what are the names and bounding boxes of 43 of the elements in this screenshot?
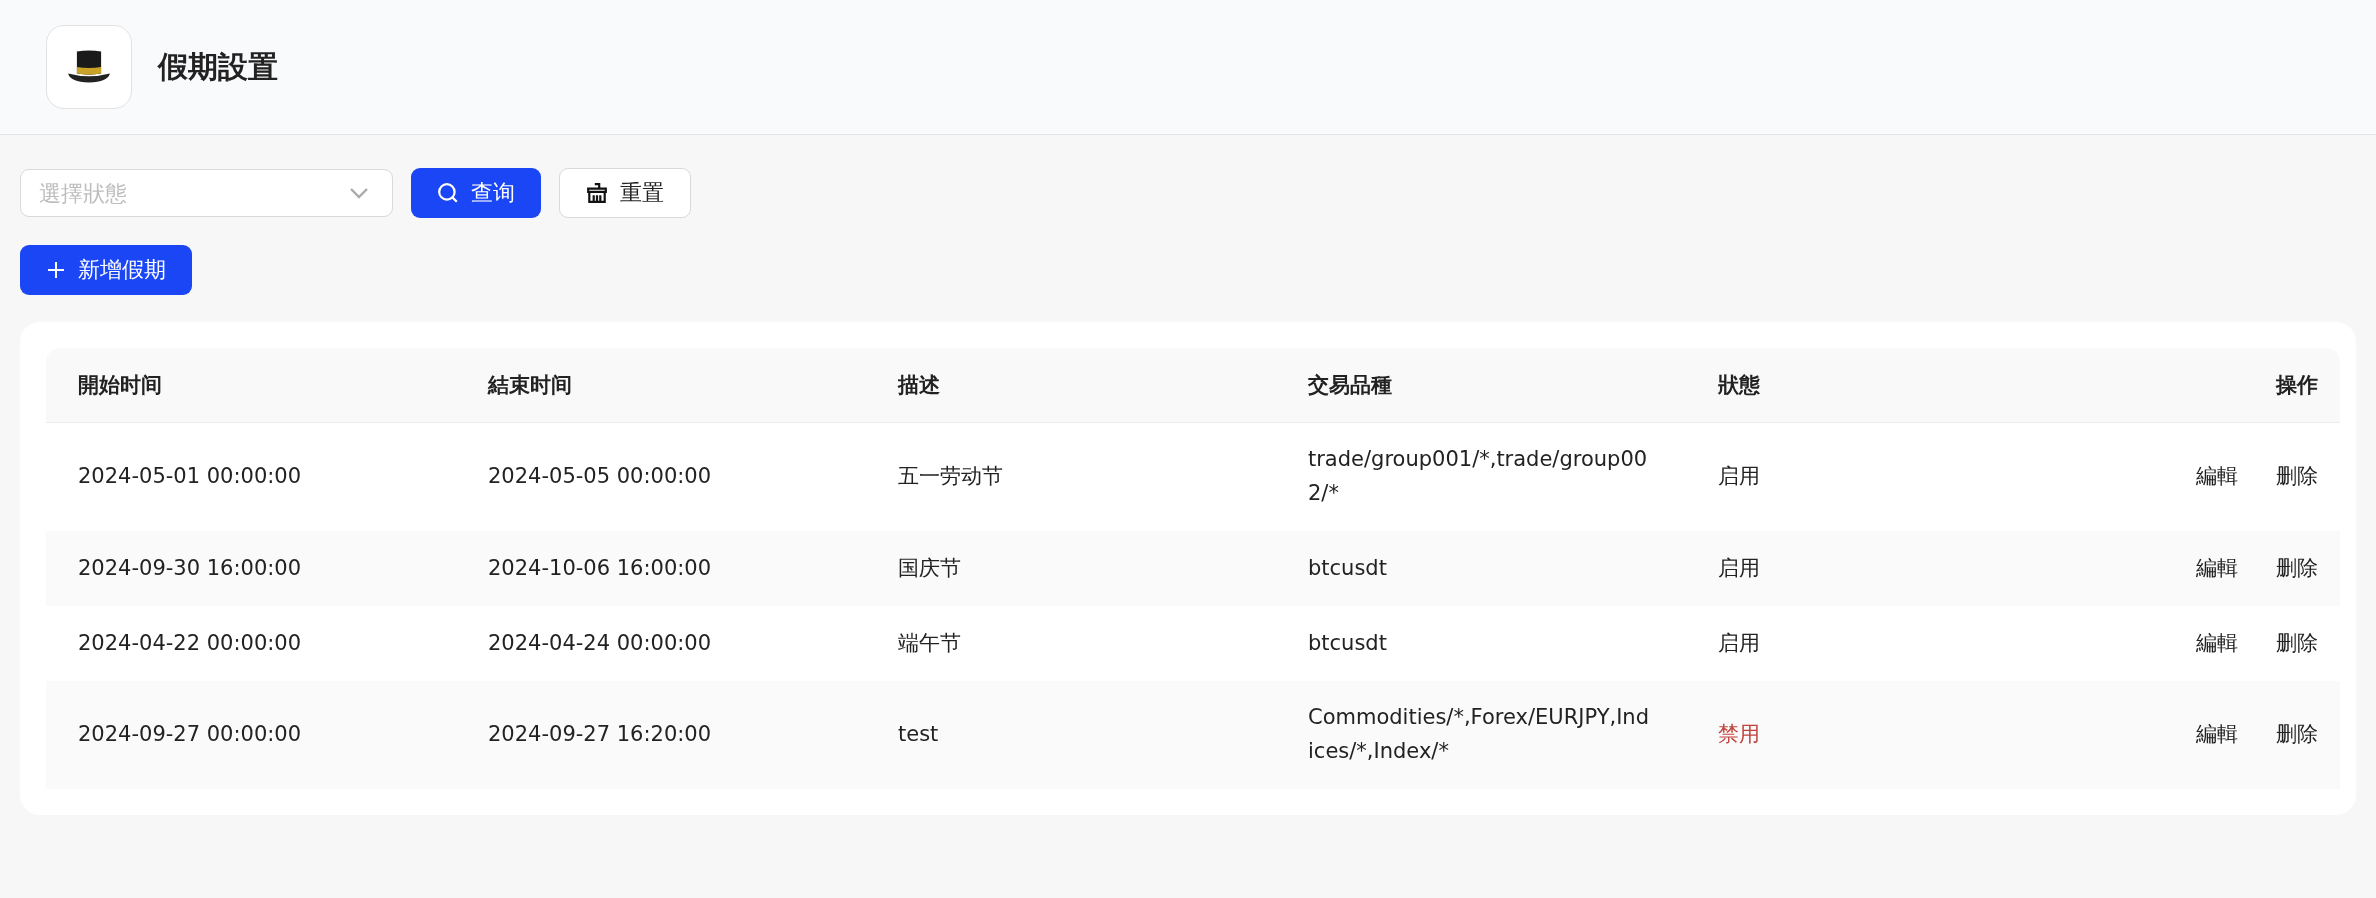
table-cell: 2024-09-27 16:20:00 — [456, 681, 866, 789]
delete-link[interactable]: 删除 — [2276, 555, 2318, 580]
table-cell: 2024-05-01 00:00:00 — [46, 422, 456, 531]
page-title: 假期設置 — [158, 47, 278, 86]
table-cell: 2024-09-27 00:00:00 — [46, 681, 456, 789]
status-cell: 禁用 — [1686, 681, 2060, 789]
column-header: 狀態 — [1686, 348, 2060, 423]
delete-link[interactable]: 删除 — [2276, 464, 2318, 489]
search-icon — [437, 182, 459, 204]
table-cell: 国庆节 — [866, 531, 1276, 606]
table-cell: 2024-04-24 00:00:00 — [456, 606, 866, 681]
delete-link[interactable]: 删除 — [2276, 630, 2318, 655]
status-cell: 启用 — [1686, 531, 2060, 606]
status-cell: 启用 — [1686, 606, 2060, 681]
add-holiday-button[interactable]: 新增假期 — [20, 245, 192, 295]
table-cell: 2024-05-05 00:00:00 — [456, 422, 866, 531]
table-cell: test — [866, 681, 1276, 789]
status-select[interactable]: 選擇狀態 — [20, 169, 393, 217]
edit-link[interactable]: 編輯 — [2196, 555, 2238, 580]
status-cell: 启用 — [1686, 422, 2060, 531]
reset-button[interactable]: 重置 — [559, 168, 691, 218]
table-cell: Commodities/*,Forex/EURJPY,Indices/*,Index/* — [1276, 681, 1686, 789]
plus-icon — [46, 260, 66, 280]
column-header: 結束时间 — [456, 348, 866, 423]
column-header: 操作 — [2060, 348, 2340, 423]
top-hat-icon — [67, 49, 111, 85]
chevron-down-icon — [349, 187, 369, 199]
column-header: 開始时间 — [46, 348, 456, 423]
table-cell: 2024-09-30 16:00:00 — [46, 531, 456, 606]
column-header: 描述 — [866, 348, 1276, 423]
delete-link[interactable]: 删除 — [2276, 722, 2318, 747]
table-cell: 2024-04-22 00:00:00 — [46, 606, 456, 681]
edit-link[interactable]: 編輯 — [2196, 464, 2238, 489]
table-cell: 端午节 — [866, 606, 1276, 681]
table-cell: 2024-10-06 16:00:00 — [456, 531, 866, 606]
table-cell: btcusdt — [1276, 531, 1686, 606]
table-cell: 五一劳动节 — [866, 422, 1276, 531]
query-button[interactable]: 查询 — [411, 168, 541, 218]
edit-link[interactable]: 編輯 — [2196, 630, 2238, 655]
table-cell: trade/group001/*,trade/group002/* — [1276, 422, 1686, 531]
column-header: 交易品種 — [1276, 348, 1686, 423]
table-cell: btcusdt — [1276, 606, 1686, 681]
edit-link[interactable]: 編輯 — [2196, 722, 2238, 747]
